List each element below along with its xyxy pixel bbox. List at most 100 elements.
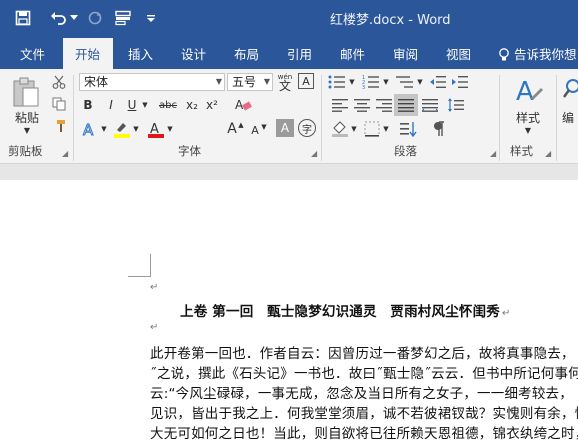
paste-icon[interactable] <box>10 75 42 109</box>
tab-references[interactable]: 引用 <box>287 44 312 63</box>
body-line: ˝之说，撰此《石头记》一书也．故曰˝甄士隐˝云云．但书中所记何事何 <box>150 366 578 382</box>
paste-button[interactable]: 粘贴 <box>12 109 42 125</box>
justify-icon[interactable] <box>394 94 418 116</box>
enclose-characters-button[interactable]: 字 <box>298 119 316 137</box>
editing-button[interactable]: 编 <box>562 109 578 125</box>
numbering-icon[interactable]: 123 <box>360 73 382 91</box>
borders-icon[interactable] <box>362 119 382 139</box>
increase-indent-icon[interactable] <box>450 73 470 91</box>
paragraph-mark-icon: ↵ <box>502 308 511 319</box>
format-painter-icon[interactable] <box>50 117 68 135</box>
undo-dropdown-icon[interactable] <box>68 7 80 29</box>
grow-font-arrow-icon: ▲ <box>238 121 244 129</box>
sort-icon[interactable] <box>398 119 420 139</box>
shrink-font-button[interactable]: A <box>248 122 262 138</box>
font-name-select[interactable]: 宋体 ▼ <box>79 73 225 91</box>
customize-icon[interactable] <box>140 7 162 29</box>
body-line: 大无可如何之日也！当此，则自欲将已往所赖天恩祖德，锦衣纨绔之时， <box>150 426 578 442</box>
tab-mailings[interactable]: 邮件 <box>340 44 365 63</box>
ribbon-tabs: 文件 开始 插入 设计 布局 引用 邮件 审阅 视图 告诉我你想 <box>0 36 578 69</box>
tab-insert[interactable]: 插入 <box>128 44 153 63</box>
font-name-value: 宋体 <box>84 75 109 89</box>
tab-home[interactable]: 开始 <box>75 44 100 63</box>
ribbon: 粘贴 ▼ 剪贴板 ◢ 宋体 ▼ 五号 ▼ wén 文 A B I U ▼ abc… <box>0 69 578 164</box>
highlight-dropdown-icon[interactable]: ▼ <box>132 123 140 135</box>
clipboard-launcher-icon[interactable]: ◢ <box>62 149 68 158</box>
svg-text:A: A <box>516 77 534 106</box>
clear-formatting-icon[interactable]: A <box>232 96 254 114</box>
paragraph-mark-icon: ↵ <box>150 282 159 293</box>
bold-button[interactable]: B <box>80 96 96 114</box>
styles-group-label: 样式 <box>510 144 533 158</box>
borders-dropdown-icon[interactable]: ▼ <box>382 123 390 135</box>
font-color-icon[interactable]: A <box>146 119 166 139</box>
phonetic-guide-button[interactable]: wén 文 <box>275 71 295 93</box>
chevron-down-icon: ▼ <box>263 77 270 86</box>
svg-text:3: 3 <box>362 85 365 89</box>
window-title: 红楼梦.docx - Word <box>330 13 451 28</box>
cut-icon[interactable] <box>50 73 68 91</box>
bullets-icon[interactable] <box>326 73 348 91</box>
underline-dropdown-icon[interactable]: ▼ <box>140 99 150 111</box>
distributed-align-icon[interactable] <box>420 96 440 114</box>
copy-icon[interactable] <box>50 95 68 113</box>
tab-file[interactable]: 文件 <box>20 44 45 63</box>
paragraph-group-label: 段落 <box>394 144 417 158</box>
styles-launcher-icon[interactable]: ◢ <box>545 149 551 158</box>
font-size-value: 五号 <box>232 75 257 89</box>
subscript-button[interactable]: x₂ <box>184 96 200 114</box>
undo-icon[interactable] <box>48 7 70 29</box>
line-spacing-icon[interactable] <box>446 96 466 114</box>
tab-design[interactable]: 设计 <box>181 44 206 63</box>
decrease-indent-icon[interactable] <box>428 73 448 91</box>
tab-view[interactable]: 视图 <box>446 44 471 63</box>
multilevel-list-icon[interactable] <box>394 73 416 91</box>
find-icon[interactable] <box>562 75 578 105</box>
show-formatting-marks-icon[interactable] <box>428 119 450 139</box>
body-line: 见识，皆出于我之上．何我堂堂须眉，诚不若彼裙钗哉？实愧则有余，悔 <box>150 406 578 422</box>
underline-button[interactable]: U <box>124 96 140 114</box>
tab-review[interactable]: 审阅 <box>393 44 418 63</box>
italic-button[interactable]: I <box>103 96 119 114</box>
strikethrough-button[interactable]: abc <box>156 96 180 114</box>
group-divider <box>499 75 500 161</box>
body-line: 此开卷第一回也．作者自云：因曾历过一番梦幻之后，故将真事隐去， <box>150 346 575 362</box>
multilevel-dropdown-icon[interactable]: ▼ <box>416 77 424 87</box>
styles-dropdown-icon[interactable]: ▼ <box>522 125 534 135</box>
styles-icon[interactable]: A <box>512 73 544 107</box>
shading-icon[interactable] <box>330 119 350 139</box>
styles-button[interactable]: 样式 <box>508 109 548 125</box>
tell-me-search[interactable]: 告诉我你想 <box>514 44 577 63</box>
touch-mode-icon[interactable] <box>112 7 134 29</box>
text-effects-dropdown-icon[interactable]: ▼ <box>100 123 108 135</box>
group-divider <box>556 75 557 161</box>
superscript-button[interactable]: x² <box>204 96 220 114</box>
paragraph-mark-icon: ↵ <box>150 322 159 333</box>
font-launcher-icon[interactable]: ◢ <box>311 149 317 158</box>
paragraph-launcher-icon[interactable]: ◢ <box>490 149 496 158</box>
bullets-dropdown-icon[interactable]: ▼ <box>348 77 356 87</box>
font-color-dropdown-icon[interactable]: ▼ <box>166 123 174 135</box>
phonetic-guide-char: 文 <box>278 79 291 93</box>
text-effects-icon[interactable]: A <box>80 119 100 139</box>
title-bar: 红楼梦.docx - Word <box>0 0 578 36</box>
character-border-button[interactable]: A <box>298 73 314 89</box>
align-right-icon[interactable] <box>374 96 394 114</box>
font-group-label: 字体 <box>178 144 201 158</box>
align-center-icon[interactable] <box>352 96 372 114</box>
highlight-color-icon[interactable] <box>112 119 132 139</box>
numbering-dropdown-icon[interactable]: ▼ <box>382 77 390 87</box>
redo-icon[interactable] <box>84 7 106 29</box>
document-page[interactable]: ↵ 上卷 第一回 甄士隐梦幻识通灵 贾雨村风尘怀闺秀 ↵ ↵ 此开卷第一回也．作者… <box>0 180 578 442</box>
body-line: 云:“今风尘碌碌，一事无成，忽念及当日所有之女子，一一细考较去， <box>150 386 573 402</box>
paste-dropdown-icon[interactable]: ▼ <box>20 125 34 135</box>
lightbulb-icon[interactable] <box>498 47 510 66</box>
align-left-icon[interactable] <box>330 96 350 114</box>
character-shading-button[interactable]: A <box>276 119 294 137</box>
font-size-select[interactable]: 五号 ▼ <box>227 73 273 91</box>
tab-layout[interactable]: 布局 <box>234 44 259 63</box>
shrink-font-arrow-icon: ▼ <box>261 123 267 131</box>
shading-dropdown-icon[interactable]: ▼ <box>350 123 358 135</box>
save-icon[interactable] <box>12 7 34 29</box>
chapter-heading-text: 上卷 第一回 甄士隐梦幻识通灵 贾雨村风尘怀闺秀 <box>180 304 500 320</box>
